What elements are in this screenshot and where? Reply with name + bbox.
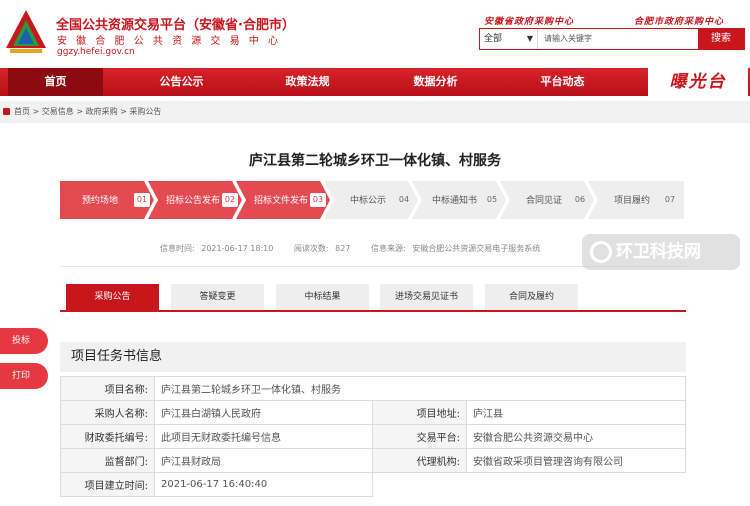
- breadcrumb-trade-info[interactable]: 交易信息: [42, 107, 74, 116]
- search-scope-value: 全部: [484, 34, 503, 44]
- home-icon: [3, 108, 10, 115]
- search-box: 全部 ▼ 请输入关键字 搜索: [479, 28, 745, 50]
- info-row: 信息时间: 2021-06-17 18:10 阅读次数: 827 信息来源: 安…: [160, 243, 544, 254]
- cell-label: 财政委托编号:: [60, 424, 155, 449]
- cell-label: 代理机构:: [372, 448, 467, 473]
- search-scope-select[interactable]: 全部 ▼: [480, 29, 538, 49]
- project-info-table: 项目名称: 庐江县第二轮城乡环卫一体化镇、村服务 采购人名称: 庐江县白湖镇人民…: [60, 376, 686, 497]
- exposure-platform-logo[interactable]: 曝光台: [648, 68, 748, 96]
- site-header: 全国公共资源交易平台（安徽省·合肥市） 安 徽 合 肥 公 共 资 源 交 易 …: [0, 0, 750, 68]
- step-label: 中标通知书: [432, 196, 478, 206]
- cell-value: 庐江县白湖镇人民政府: [154, 400, 373, 425]
- tab-procurement-notice[interactable]: 采购公告: [66, 284, 159, 310]
- step-label: 预约场地: [82, 196, 119, 206]
- table-row: 财政委托编号: 此项目无财政委托编号信息 交易平台: 安徽合肥公共资源交易中心: [60, 424, 686, 449]
- site-subtitle: 安 徽 合 肥 公 共 资 源 交 易 中 心: [57, 36, 281, 47]
- watermark-text: 环卫科技网: [616, 242, 701, 262]
- info-time-value: 2021-06-17 18:10: [201, 244, 274, 253]
- breadcrumb-home[interactable]: 首页: [14, 107, 30, 116]
- info-views-value: 827: [335, 244, 351, 253]
- cell-label: 项目名称:: [60, 376, 155, 401]
- site-logo-icon[interactable]: [4, 8, 48, 56]
- table-row: 项目名称: 庐江县第二轮城乡环卫一体化镇、村服务: [60, 376, 686, 401]
- cell-value: 庐江县第二轮城乡环卫一体化镇、村服务: [154, 376, 686, 401]
- table-row: 采购人名称: 庐江县白湖镇人民政府 项目地址: 庐江县: [60, 400, 686, 425]
- table-row: 监督部门: 庐江县财政局 代理机构: 安徽省政采项目管理咨询有限公司: [60, 448, 686, 473]
- step-number: 05: [486, 195, 498, 204]
- nav-item-home[interactable]: 首页: [8, 68, 103, 96]
- breadcrumb: 首页 > 交易信息 > 政府采购 > 采购公告: [0, 101, 750, 123]
- cell-label: 采购人名称:: [60, 400, 155, 425]
- tab-witness-certificate[interactable]: 进场交易见证书: [380, 284, 473, 310]
- cell-value: 庐江县财政局: [154, 448, 373, 473]
- info-source-value: 安徽合肥公共资源交易电子服务系统: [412, 244, 541, 253]
- step-label: 项目履约: [614, 196, 651, 206]
- site-url: ggzy.hefei.gov.cn: [57, 47, 135, 57]
- watermark: 环卫科技网: [582, 234, 740, 270]
- step-number: 04: [398, 195, 410, 204]
- cell-value: 2021-06-17 16:40:40: [154, 472, 373, 497]
- cell-label: 项目地址:: [372, 400, 467, 425]
- step-label: 招标文件发布: [254, 196, 309, 206]
- step-label: 合同见证: [526, 196, 563, 206]
- section-title: 项目任务书信息: [60, 342, 686, 372]
- step-number: 06: [574, 195, 586, 204]
- step-number: 07: [664, 195, 676, 204]
- cell-value: 此项目无财政委托编号信息: [154, 424, 373, 449]
- empty-cell: [372, 472, 686, 497]
- table-row: 项目建立时间: 2021-06-17 16:40:40: [60, 472, 686, 497]
- breadcrumb-procurement-notice[interactable]: 采购公告: [129, 107, 161, 116]
- cell-label: 交易平台:: [372, 424, 467, 449]
- nav-item-platform-news[interactable]: 平台动态: [515, 68, 610, 96]
- tab-qa-changes[interactable]: 答疑变更: [171, 284, 264, 310]
- provincial-procurement-link[interactable]: 安徽省政府采购中心: [484, 14, 574, 27]
- bid-button[interactable]: 投标: [0, 328, 48, 354]
- main-nav: 首页 公告公示 政策法规 数据分析 平台动态 曝光台: [0, 68, 750, 96]
- nav-item-announcements[interactable]: 公告公示: [134, 68, 229, 96]
- breadcrumb-gov-procurement[interactable]: 政府采购: [86, 107, 118, 116]
- step-label: 中标公示: [350, 196, 387, 206]
- cell-value: 安徽合肥公共资源交易中心: [466, 424, 686, 449]
- step-label: 招标公告发布: [166, 196, 221, 206]
- info-views-label: 阅读次数:: [293, 244, 329, 253]
- tab-award-result[interactable]: 中标结果: [276, 284, 369, 310]
- cell-label: 监督部门:: [60, 448, 155, 473]
- watermark-logo-icon: [590, 241, 612, 263]
- search-button[interactable]: 搜索: [698, 29, 744, 49]
- city-procurement-link[interactable]: 合肥市政府采购中心: [634, 14, 724, 27]
- tab-contract-performance[interactable]: 合同及履约: [485, 284, 578, 310]
- chevron-down-icon: ▼: [526, 34, 533, 43]
- nav-item-data-analysis[interactable]: 数据分析: [388, 68, 483, 96]
- progress-steps: 预约场地 01 招标公告发布 02 招标文件发布 03 中标公示 04 中标通知…: [60, 181, 685, 219]
- detail-tabs: 采购公告 答疑变更 中标结果 进场交易见证书 合同及履约: [60, 284, 686, 312]
- cell-value: 安徽省政采项目管理咨询有限公司: [466, 448, 686, 473]
- site-title: 全国公共资源交易平台（安徽省·合肥市）: [56, 18, 295, 33]
- cell-label: 项目建立时间:: [60, 472, 155, 497]
- page-title: 庐江县第二轮城乡环卫一体化镇、村服务: [249, 153, 501, 169]
- search-input[interactable]: 请输入关键字: [544, 29, 676, 49]
- print-button[interactable]: 打印: [0, 363, 48, 389]
- cell-value: 庐江县: [466, 400, 686, 425]
- nav-item-policies[interactable]: 政策法规: [260, 68, 355, 96]
- page: 全国公共资源交易平台（安徽省·合肥市） 安 徽 合 肥 公 共 资 源 交 易 …: [0, 0, 750, 506]
- info-source-label: 信息来源:: [370, 244, 406, 253]
- info-time-label: 信息时间:: [160, 244, 195, 253]
